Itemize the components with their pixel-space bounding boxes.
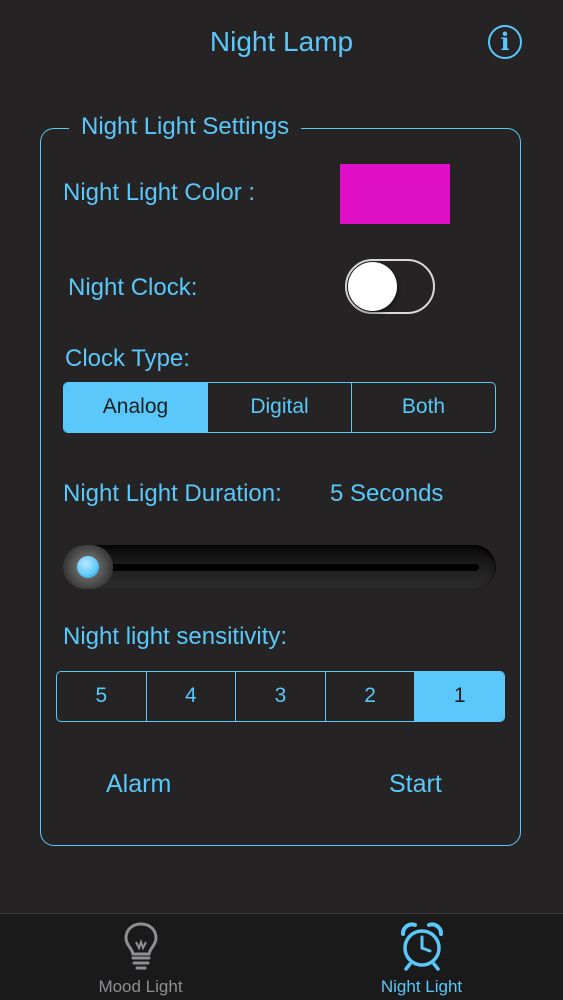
lightbulb-icon	[123, 922, 158, 970]
tab-mood-light[interactable]: Mood Light	[0, 914, 281, 1000]
night-clock-toggle[interactable]	[345, 259, 435, 314]
clock-type-digital[interactable]: Digital	[207, 383, 351, 432]
night-light-color-label: Night Light Color :	[63, 179, 256, 206]
page-title: Night Lamp	[209, 26, 354, 57]
slider-groove	[81, 564, 479, 571]
alarm-clock-icon	[400, 922, 443, 971]
sensitivity-5[interactable]: 5	[57, 672, 146, 721]
night-light-color-swatch[interactable]	[340, 164, 450, 224]
night-light-duration-label: Night Light Duration:	[63, 480, 282, 507]
info-button[interactable]: i	[488, 25, 522, 59]
clock-type-analog[interactable]: Analog	[64, 383, 207, 432]
slider-thumb[interactable]	[63, 545, 113, 589]
sensitivity-4[interactable]: 4	[145, 672, 236, 721]
night-light-settings-panel: Night Light Settings Night Light Color :…	[40, 113, 521, 846]
tab-night-light[interactable]: Night Light	[281, 914, 562, 1000]
night-clock-label: Night Clock:	[68, 274, 198, 301]
clock-type-both[interactable]: Both	[351, 383, 495, 432]
night-light-duration-value: 5 Seconds	[330, 480, 444, 507]
sensitivity-2[interactable]: 2	[324, 672, 415, 721]
alarm-button[interactable]: Alarm	[106, 770, 171, 799]
tab-label-mood-light: Mood Light	[98, 977, 183, 996]
sensitivity-label: Night light sensitivity:	[63, 623, 288, 650]
slider-thumb-core	[77, 556, 99, 578]
toggle-knob	[348, 262, 397, 311]
start-button[interactable]: Start	[389, 770, 442, 799]
tab-label-night-light: Night Light	[380, 977, 463, 996]
duration-slider[interactable]	[63, 545, 496, 589]
clock-type-selector: Analog Digital Both	[63, 382, 496, 433]
sensitivity-3[interactable]: 3	[235, 672, 325, 721]
night-lamp-screen: Night Lamp i Night Light Settings Night …	[0, 0, 563, 1000]
clock-type-label: Clock Type:	[65, 345, 190, 372]
sensitivity-selector: 5 4 3 2 1	[56, 671, 505, 722]
tab-bar: Mood Light Night Light	[0, 913, 563, 1000]
sensitivity-1[interactable]: 1	[414, 672, 504, 721]
settings-legend: Night Light Settings	[69, 113, 302, 141]
